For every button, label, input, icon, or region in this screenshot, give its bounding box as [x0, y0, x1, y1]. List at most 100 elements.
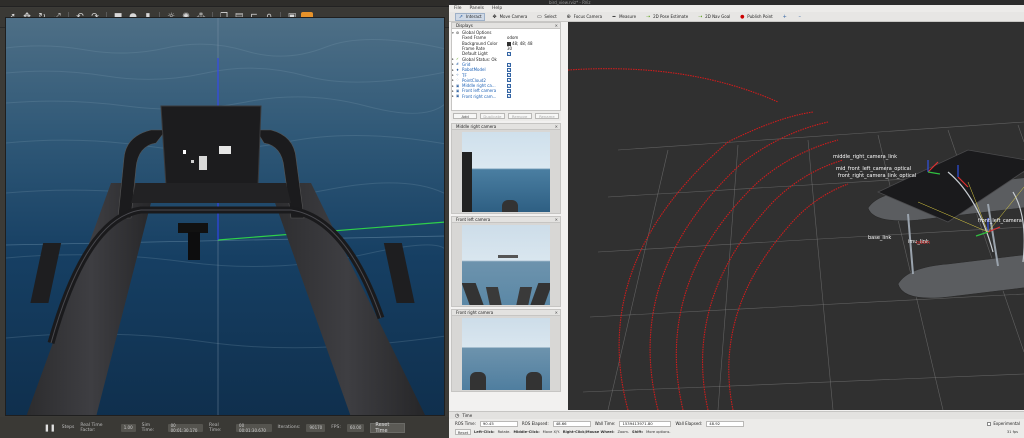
- camera-panel-header: Middle right camera ✕: [451, 123, 561, 130]
- tool-remove-button[interactable]: –: [795, 13, 805, 21]
- minus-icon: –: [798, 13, 801, 20]
- middle-right-camera-checkbox[interactable]: ✓: [507, 83, 511, 88]
- reset-time-button[interactable]: Reset Time: [370, 422, 406, 434]
- fps-label: FPS:: [331, 425, 341, 430]
- rename-display-button[interactable]: Rename: [534, 113, 559, 119]
- ros-elapsed-field[interactable]: 48.66: [552, 420, 591, 427]
- front-right-camera-checkbox[interactable]: ✓: [507, 94, 511, 99]
- hint-middle-key: Middle-Click:: [513, 430, 540, 434]
- real-time-value: 00 00:01:30.670: [236, 423, 272, 433]
- gazebo-status-bar: ❚❚ Steps Real Time Factor: 1.00 Sim Time…: [0, 417, 449, 438]
- experimental-checkbox[interactable]: [987, 421, 992, 426]
- hint-shift-text: More options.: [646, 430, 671, 434]
- tool-move-camera-label: Move Camera: [499, 14, 528, 19]
- camera-panel-title: Front left camera: [456, 217, 491, 222]
- close-icon[interactable]: ✕: [555, 310, 558, 315]
- grid-checkbox[interactable]: ✓: [507, 62, 511, 67]
- ros-elapsed-label: ROS Elapsed:: [521, 421, 549, 426]
- gear-icon: ⚙: [456, 30, 460, 35]
- tool-nav-goal[interactable]: ➝ 2D Nav Goal: [695, 13, 732, 21]
- pointcloud2-checkbox[interactable]: ✓: [507, 78, 511, 83]
- tool-interact-label: Interact: [466, 14, 482, 19]
- menu-panels[interactable]: Panels: [470, 6, 484, 11]
- camera-image: [451, 223, 561, 307]
- wall-elapsed-label: Wall Elapsed:: [675, 421, 703, 426]
- camera-panel-front-left: Front left camera ✕: [451, 216, 561, 307]
- add-display-button[interactable]: Add: [453, 113, 478, 119]
- grid-icon: #: [456, 62, 459, 67]
- reset-button[interactable]: Reset: [455, 429, 471, 435]
- sim-time-value: 00 00:01:30.170: [167, 423, 204, 433]
- desktop: ➚ ✥ ↻ ⤢ ↶ ↷ ■ ● ▮ ☼ ✺ ⁂ ❐ ▤ ⊏ ∩ ▣ ❚❚ Ste…: [0, 0, 1024, 438]
- tool-pose-estimate[interactable]: ➝ 2D Pose Estimate: [643, 13, 690, 21]
- check-icon: ✓: [456, 57, 459, 62]
- remove-display-button[interactable]: Remove: [507, 113, 532, 119]
- hint-right-key: Right-Click/Mouse Wheel:: [562, 430, 615, 434]
- close-icon[interactable]: ✕: [555, 124, 558, 129]
- rviz-scene: middle_right_camera_link mid_front_left_…: [568, 22, 1024, 410]
- rviz-left-dock: Displays ✕ ▾ ⚙ Global Options Fixed Frame o…: [451, 22, 561, 410]
- camera-view: [462, 225, 550, 305]
- tool-publish-point-label: Publish Point: [747, 14, 773, 19]
- tool-publish-point[interactable]: ● Publish Point: [737, 13, 774, 21]
- gazebo-title-bar: [0, 0, 449, 7]
- ros-time-label: ROS Time:: [455, 421, 476, 426]
- interact-icon: ➚: [458, 13, 464, 20]
- close-icon[interactable]: ✕: [555, 217, 558, 222]
- camera-panel-header: Front right camera ✕: [451, 309, 561, 316]
- camera-panel-front-right: Front right camera ✕: [451, 309, 561, 392]
- menu-help[interactable]: Help: [492, 6, 502, 11]
- fps-indicator: 31 fps: [1006, 430, 1018, 434]
- rviz-toolbar: ➚ Interact ✥ Move Camera ▭ Select ⊕ Focus Ca…: [449, 12, 1024, 22]
- rviz-3d-viewport[interactable]: middle_right_camera_link mid_front_left_…: [568, 22, 1024, 410]
- front-left-camera-checkbox[interactable]: ✓: [507, 89, 511, 94]
- pause-icon[interactable]: ❚❚: [44, 424, 56, 432]
- displays-tree: ▾ ⚙ Global Options Fixed Frame odom Backgro…: [451, 29, 561, 111]
- image-icon: ▣: [456, 94, 460, 99]
- experimental-toggle[interactable]: Experimental: [987, 421, 1024, 426]
- tool-move-camera[interactable]: ✥ Move Camera: [490, 13, 530, 21]
- pontoon-shape: [485, 287, 503, 305]
- pointcloud-icon: ⁘: [456, 78, 459, 83]
- close-icon[interactable]: ✕: [555, 23, 558, 28]
- pontoon-shape: [470, 372, 486, 390]
- camera-panel-title: Front right camera: [456, 310, 494, 315]
- duplicate-display-button[interactable]: Duplicate: [480, 113, 505, 119]
- tool-add-button[interactable]: +: [780, 13, 790, 21]
- camera-view: [462, 318, 550, 390]
- rviz-menu-bar: File Panels Help: [449, 5, 1024, 12]
- wall-elapsed-field[interactable]: 48.92: [706, 420, 745, 427]
- robot-icon: ♦: [456, 67, 460, 72]
- hint-right-text: Zoom.: [617, 430, 630, 434]
- tool-focus-camera[interactable]: ⊕ Focus Camera: [564, 13, 604, 21]
- gazebo-3d-viewport[interactable]: [5, 17, 445, 416]
- tf-checkbox[interactable]: ✓: [507, 73, 511, 78]
- camera-view: [462, 132, 550, 212]
- display-row-front-right-camera[interactable]: ▸ ▣ Front right cam... ✓: [452, 94, 560, 99]
- tool-nav-goal-label: 2D Nav Goal: [705, 14, 731, 19]
- default-light-checkbox[interactable]: ✓: [507, 51, 511, 56]
- tool-select-label: Select: [544, 14, 557, 19]
- displays-header: Displays ✕: [451, 22, 561, 29]
- pontoon-shape: [526, 372, 542, 390]
- robotmodel-checkbox[interactable]: ✓: [507, 67, 511, 72]
- rviz-window: bird_view.rviz* - RViz File Panels Help …: [449, 0, 1024, 438]
- image-icon: ▣: [456, 88, 460, 93]
- ros-time-field[interactable]: 90.45: [479, 420, 518, 427]
- time-row: ROS Time: 90.45 ROS Elapsed: 48.66 Wall …: [449, 419, 1024, 428]
- fps-value: 60.00: [346, 423, 365, 432]
- tf-label: base_link: [868, 235, 891, 241]
- focus-camera-icon: ⊕: [566, 13, 571, 20]
- tool-measure[interactable]: ━ Measure: [609, 13, 638, 21]
- real-time-factor-value: 1.00: [120, 423, 136, 432]
- image-icon: ▣: [456, 83, 460, 88]
- wall-time-field[interactable]: 1539413971.80: [619, 420, 672, 427]
- tf-icon: ⊹: [456, 73, 459, 78]
- iterations-label: Iterations:: [277, 425, 301, 430]
- real-time-label: Real Time:: [209, 422, 222, 433]
- tool-select[interactable]: ▭ Select: [534, 13, 558, 21]
- hint-shift-key: Shift:: [632, 430, 644, 434]
- menu-file[interactable]: File: [454, 6, 462, 11]
- tf-label: odom: [916, 240, 930, 246]
- tool-interact[interactable]: ➚ Interact: [455, 12, 485, 21]
